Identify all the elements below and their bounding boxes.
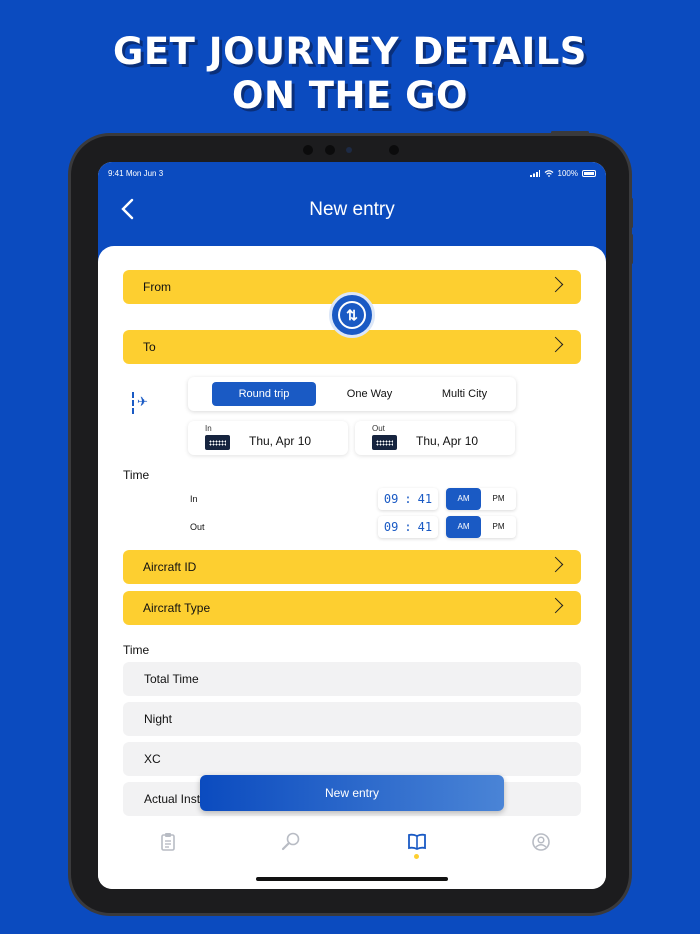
clipboard-icon (161, 833, 175, 851)
night-field[interactable]: Night (123, 702, 581, 736)
to-label: To (143, 340, 156, 354)
tab-bar (98, 830, 606, 860)
app-screen: 9:41 Mon Jun 3 100% New entry From ✈ To … (98, 162, 606, 889)
aircraft-id-field[interactable]: Aircraft ID (123, 550, 581, 584)
time-in-hour: 09 (383, 492, 399, 506)
trip-type-selector: Round trip One Way Multi City (188, 377, 516, 411)
from-label: From (143, 280, 171, 294)
time-separator: : (404, 520, 412, 534)
chevron-right-icon (547, 276, 564, 293)
logbook-tab[interactable] (156, 830, 180, 854)
time-in-label: In (190, 494, 198, 504)
battery-icon (582, 169, 596, 177)
in-date-picker[interactable]: In Thu, Apr 10 (188, 421, 348, 455)
out-date-picker[interactable]: Out Thu, Apr 10 (355, 421, 515, 455)
magnifier-icon (281, 832, 300, 851)
wifi-icon (544, 169, 553, 177)
sensor-dot (389, 145, 399, 155)
front-camera (346, 147, 352, 153)
home-indicator (256, 877, 448, 881)
status-time: 9:41 (108, 168, 124, 178)
status-bar: 9:41 Mon Jun 3 100% (108, 167, 596, 179)
plane-icon: ✈ (137, 394, 148, 409)
swap-arrows-icon: ⇅ (338, 301, 366, 329)
entries-tab[interactable] (405, 830, 429, 859)
chevron-right-icon (547, 336, 564, 353)
time-out-hour: 09 (383, 520, 399, 534)
time-totals-label: Time (123, 643, 150, 657)
active-tab-indicator (414, 854, 419, 859)
in-date-value: Thu, Apr 10 (249, 434, 312, 448)
profile-tab[interactable] (529, 830, 553, 854)
search-tab[interactable] (279, 830, 303, 854)
calendar-icon (205, 435, 230, 450)
status-date: Mon Jun 3 (125, 168, 164, 178)
headline-line-2: ON THE GO (232, 74, 468, 117)
sensor-dot (303, 145, 313, 155)
aircraft-id-label: Aircraft ID (143, 560, 197, 574)
time-in-minute: 41 (417, 492, 433, 506)
time-in-pm-button[interactable]: PM (481, 488, 516, 510)
user-circle-icon (532, 833, 550, 851)
time-out-pm-button[interactable]: PM (481, 516, 516, 538)
time-out-label: Out (190, 522, 205, 532)
in-date-label: In (205, 424, 212, 433)
headline: GET JOURNEY DETAILS ON THE GO (0, 30, 700, 118)
volume-up-button (630, 198, 633, 228)
chevron-right-icon (547, 556, 564, 573)
time-in-input[interactable]: 09 : 41 (378, 488, 438, 510)
time-out-minute: 41 (417, 520, 433, 534)
book-icon (408, 833, 426, 851)
time-in-period-toggle: AM PM (446, 488, 516, 510)
trip-type-one-way[interactable]: One Way (322, 382, 417, 406)
xc-field[interactable]: XC (123, 742, 581, 776)
headline-line-1: GET JOURNEY DETAILS (113, 30, 587, 73)
top-button (551, 131, 589, 134)
new-entry-button[interactable]: New entry (200, 775, 504, 811)
time-out-input[interactable]: 09 : 41 (378, 516, 438, 538)
trip-type-multi-city[interactable]: Multi City (417, 382, 512, 406)
time-separator: : (404, 492, 412, 506)
total-time-field[interactable]: Total Time (123, 662, 581, 696)
aircraft-type-field[interactable]: Aircraft Type (123, 591, 581, 625)
calendar-icon (372, 435, 397, 450)
time-in-am-button[interactable]: AM (446, 488, 481, 510)
time-section-label: Time (123, 468, 150, 482)
swap-route-button[interactable]: ⇅ (329, 292, 375, 338)
page-title: New entry (309, 199, 395, 220)
time-out-period-toggle: AM PM (446, 516, 516, 538)
volume-down-button (630, 234, 633, 264)
tablet-frame: 9:41 Mon Jun 3 100% New entry From ✈ To … (68, 131, 633, 916)
sensor-dot (325, 145, 335, 155)
out-date-value: Thu, Apr 10 (416, 434, 479, 448)
battery-percent: 100% (557, 168, 578, 178)
time-out-am-button[interactable]: AM (446, 516, 481, 538)
cellular-icon (529, 169, 540, 177)
aircraft-type-label: Aircraft Type (143, 601, 211, 615)
out-date-label: Out (372, 424, 385, 433)
chevron-right-icon (547, 597, 564, 614)
trip-type-round-trip[interactable]: Round trip (212, 382, 316, 406)
route-dashed-line (132, 392, 134, 414)
